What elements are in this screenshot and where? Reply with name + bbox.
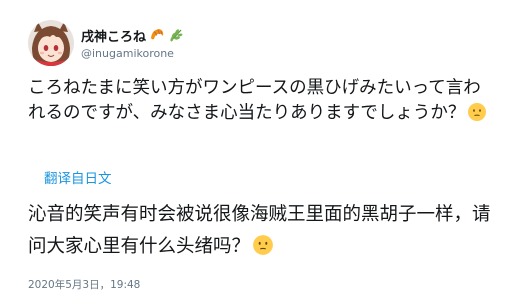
avatar[interactable] — [28, 20, 74, 66]
avatar-image — [28, 20, 74, 66]
name-row: 戌神ころね — [81, 26, 184, 45]
herb-icon — [168, 27, 184, 43]
face-icon — [252, 234, 274, 256]
translated-text: 沁音的笑声有时会被说很像海贼王里面的黑胡子一样，请问大家心里有什么头绪吗？ — [28, 199, 496, 263]
croissant-icon — [149, 27, 165, 43]
tweet-text-content: ころねたまに笑い方がワンピースの黒ひげみたいって言われるのですが、みなさま心当た… — [28, 78, 481, 123]
tweet-header: 戌神ころね @inugamikorone — [28, 20, 184, 66]
timestamp[interactable]: 2020年5月3日，19:48 — [28, 277, 140, 292]
face-icon — [467, 102, 487, 122]
tweet-card: 戌神ころね @inugamikorone ころねたまに笑い方がワンピースの黒ひげ… — [0, 0, 518, 301]
display-name[interactable]: 戌神ころね — [81, 26, 146, 45]
user-handle[interactable]: @inugamikorone — [81, 47, 184, 60]
translate-link[interactable]: 翻译自日文 — [44, 167, 112, 187]
user-info: 戌神ころね @inugamikorone — [81, 26, 184, 60]
tweet-text: ころねたまに笑い方がワンピースの黒ひげみたいって言われるのですが、みなさま心当た… — [28, 76, 496, 126]
